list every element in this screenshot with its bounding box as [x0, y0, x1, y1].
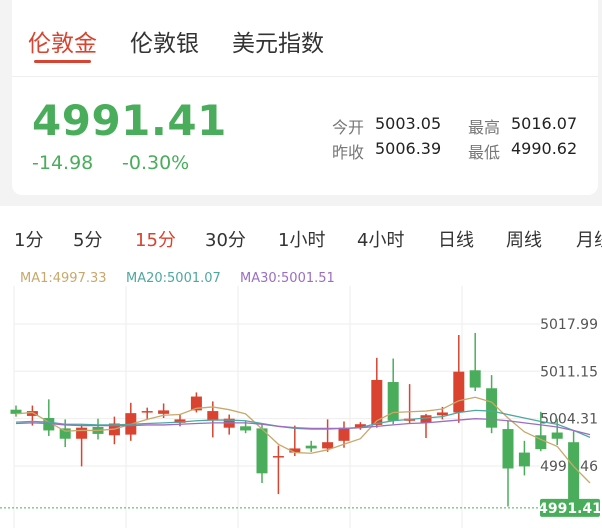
tab-london-silver[interactable]: 伦敦银: [130, 24, 199, 58]
period-1min[interactable]: 1分: [14, 226, 43, 252]
open-value: 5003.05: [375, 114, 442, 133]
candle-body: [502, 429, 514, 469]
candle-body: [420, 415, 432, 423]
instrument-tabs: 伦敦金 伦敦银 美元指数: [12, 0, 598, 76]
candle-body: [322, 442, 334, 449]
ma20-legend: MA20:5001.07: [126, 271, 221, 286]
y-tick-label: 5011.15: [540, 364, 598, 380]
period-monthly[interactable]: 月线: [576, 226, 602, 252]
candle-body: [272, 456, 284, 458]
low-label: 最低: [468, 143, 501, 162]
candle-body: [305, 445, 317, 449]
y-tick-label: 5004.31: [540, 412, 598, 428]
high-label: 最高: [468, 118, 501, 137]
candle-body: [486, 388, 498, 428]
last-price-label: 4991.41: [538, 501, 602, 517]
candle-body: [453, 371, 465, 413]
candle-body: [76, 427, 88, 439]
candle-body: [568, 442, 580, 507]
active-tab-indicator: [34, 60, 91, 63]
tabs-divider: [12, 76, 598, 77]
candle-body: [518, 452, 530, 467]
period-weekly[interactable]: 周线: [506, 226, 542, 252]
tab-dollar-index[interactable]: 美元指数: [232, 24, 324, 58]
candle-body: [207, 411, 219, 421]
candle-body: [551, 432, 563, 439]
prev-close-value: 5006.39: [375, 139, 442, 158]
candlestick-chart[interactable]: 5017.995011.155004.314997.464991.41: [0, 286, 602, 528]
current-price: 4991.41: [32, 96, 227, 145]
candle-body: [158, 410, 170, 414]
y-tick-label: 5017.99: [540, 317, 598, 333]
prev-close-label: 昨收: [332, 143, 365, 162]
high-value: 5016.07: [511, 114, 578, 133]
period-5min[interactable]: 5分: [73, 226, 102, 252]
candle-body: [141, 411, 153, 413]
candle-body: [436, 412, 448, 416]
price-change-percent: -0.30%: [122, 152, 190, 174]
candle-body: [59, 428, 71, 439]
ma30-legend: MA30:5001.51: [240, 271, 335, 286]
candle-body: [338, 427, 350, 441]
period-4hour[interactable]: 4小时: [357, 226, 404, 252]
candle-body: [469, 370, 481, 388]
low-value: 4990.62: [511, 139, 578, 158]
period-30min[interactable]: 30分: [205, 226, 246, 252]
period-1hour[interactable]: 1小时: [278, 226, 325, 252]
tab-london-gold[interactable]: 伦敦金: [28, 24, 97, 58]
period-15min[interactable]: 15分: [135, 226, 176, 252]
open-label: 今开: [332, 118, 365, 137]
period-daily[interactable]: 日线: [438, 226, 474, 252]
candle-body: [256, 428, 268, 474]
price-change: -14.98: [32, 152, 94, 174]
ma1-legend: MA1:4997.33: [20, 271, 107, 286]
candle-body: [240, 426, 252, 431]
